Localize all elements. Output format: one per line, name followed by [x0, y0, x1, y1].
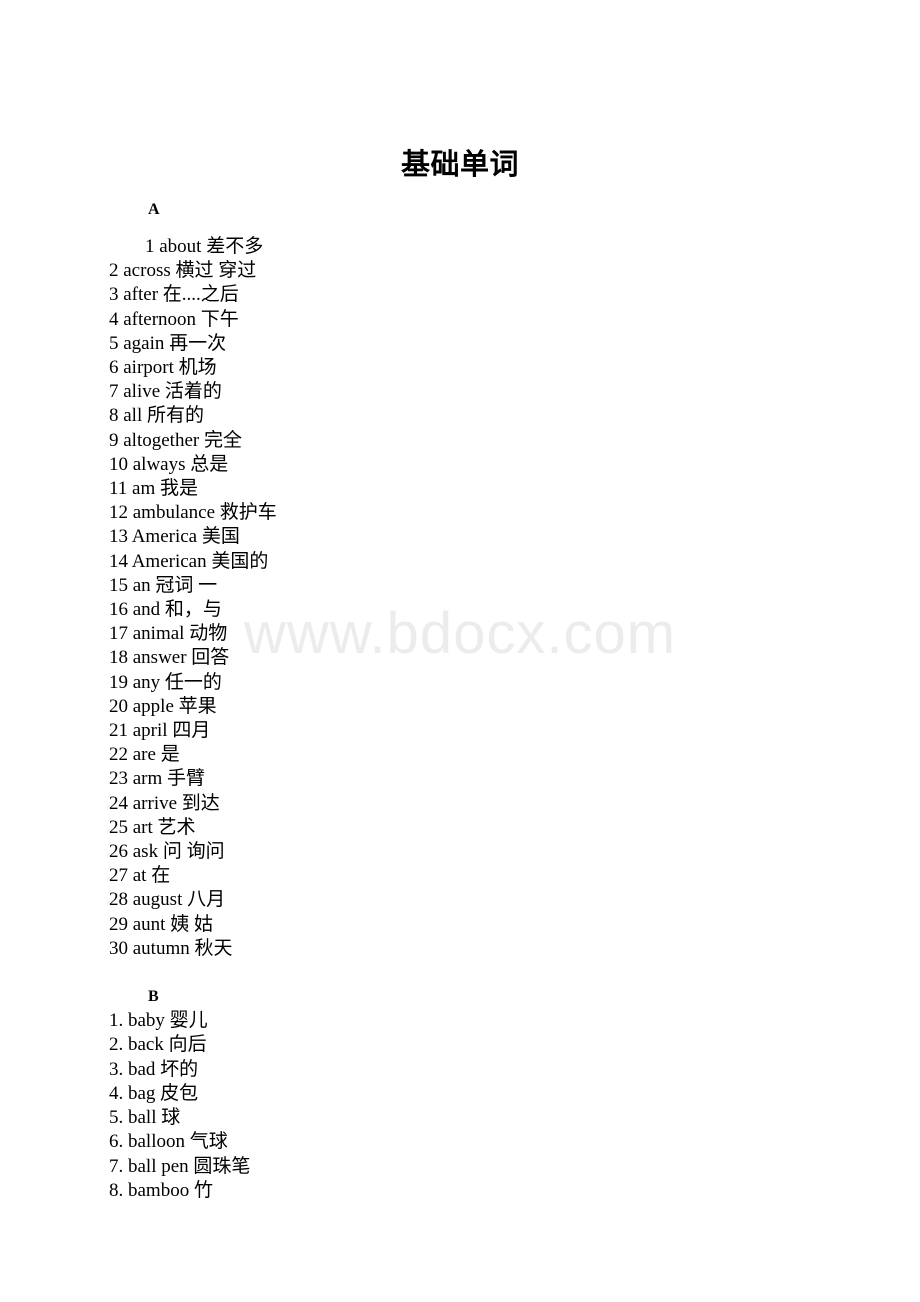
- word-entry: 6. balloon 气球: [109, 1131, 228, 1153]
- word-entry: 22 are 是: [109, 744, 180, 766]
- word-entry: 28 august 八月: [109, 889, 226, 911]
- word-entry: 11 am 我是: [109, 478, 199, 500]
- word-entry: 17 animal 动物: [109, 623, 228, 645]
- word-entry: 7 alive 活着的: [109, 381, 222, 403]
- word-entry: 21 april 四月: [109, 720, 211, 742]
- word-entry: 20 apple 苹果: [109, 695, 217, 717]
- word-entry: 4. bag 皮包: [109, 1082, 199, 1104]
- word-entry: 13 America 美国: [109, 526, 240, 548]
- page-title: 基础单词: [400, 149, 519, 181]
- word-entry: 6 airport 机场: [109, 357, 217, 379]
- word-entry: 8. bamboo 竹: [109, 1179, 213, 1201]
- word-entry: 8 all 所有的: [109, 405, 204, 427]
- document-page: www.bdocx.com 基础单词 A1 about 差不多 2 across …: [0, 0, 920, 1302]
- word-entry: 4 afternoon 下午: [109, 308, 239, 330]
- word-entry: 1. baby 婴儿: [109, 1010, 208, 1032]
- word-entry: 9 altogether 完全: [109, 429, 242, 451]
- word-entry: 3 after 在....之后: [109, 284, 239, 306]
- word-entry: 12 ambulance 救护车: [109, 502, 277, 524]
- word-entry: 19 any 任一的: [109, 671, 222, 693]
- word-entry: 10 always 总是: [109, 453, 229, 475]
- word-entry: 24 arrive 到达: [109, 792, 220, 814]
- heading-entry-gap: [109, 222, 849, 235]
- word-entry: 30 autumn 秋天: [109, 937, 233, 959]
- word-entry: 2. back 向后: [109, 1034, 207, 1056]
- section-heading-a: A: [148, 201, 160, 218]
- word-entry: 18 answer 回答: [109, 647, 230, 669]
- word-entry: 2 across 横过 穿过: [109, 260, 257, 282]
- word-entry: 23 arm 手臂: [109, 768, 206, 790]
- word-entry: 25 art 艺术: [109, 816, 196, 838]
- word-entry: 16 and 和，与: [109, 599, 222, 621]
- word-entry: 14 American 美国的: [109, 550, 269, 572]
- word-list-container: A 1 about 差不多 2 across 横过 穿过 3 after 在....之…: [109, 198, 849, 1203]
- section-heading-b: B: [148, 988, 159, 1006]
- word-entry: 5. ball 球: [109, 1107, 181, 1129]
- word-entry: 26 ask 问 询问: [109, 841, 225, 863]
- word-entry: 27 at 在: [109, 865, 171, 887]
- word-entry: 7. ball pen 圆珠笔: [109, 1155, 251, 1177]
- word-entry: 15 an 冠词 一: [109, 574, 218, 596]
- word-entry: 3. bad 坏的: [109, 1058, 199, 1080]
- word-entry: 5 again 再一次: [109, 332, 227, 354]
- word-entry: 1 about 差不多: [145, 236, 264, 257]
- word-entry: 29 aunt 姨 姑: [109, 913, 213, 935]
